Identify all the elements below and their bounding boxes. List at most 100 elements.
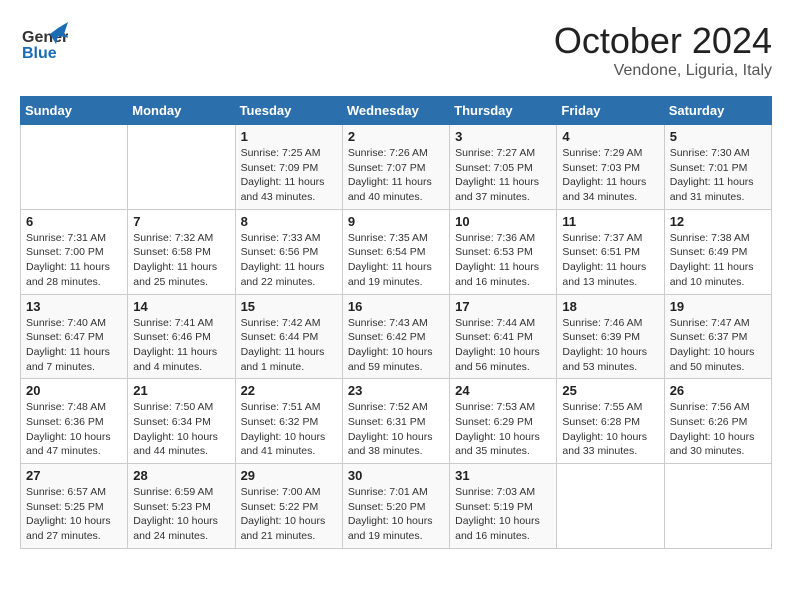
- day-number: 20: [26, 383, 122, 398]
- day-detail: Sunrise: 7:03 AM Sunset: 5:19 PM Dayligh…: [455, 485, 551, 544]
- day-number: 22: [241, 383, 337, 398]
- calendar-week-row: 1 Sunrise: 7:25 AM Sunset: 7:09 PM Daylig…: [21, 125, 772, 210]
- day-detail: Sunrise: 7:41 AM Sunset: 6:46 PM Dayligh…: [133, 316, 229, 375]
- calendar-cell: [664, 464, 771, 549]
- day-detail: Sunrise: 7:00 AM Sunset: 5:22 PM Dayligh…: [241, 485, 337, 544]
- calendar-cell: 7 Sunrise: 7:32 AM Sunset: 6:58 PM Daylig…: [128, 209, 235, 294]
- calendar-cell: 21 Sunrise: 7:50 AM Sunset: 6:34 PM Dayli…: [128, 379, 235, 464]
- weekday-header: Friday: [557, 97, 664, 125]
- weekday-header: Wednesday: [342, 97, 449, 125]
- calendar-cell: 1 Sunrise: 7:25 AM Sunset: 7:09 PM Daylig…: [235, 125, 342, 210]
- day-detail: Sunrise: 7:27 AM Sunset: 7:05 PM Dayligh…: [455, 146, 551, 205]
- weekday-header: Tuesday: [235, 97, 342, 125]
- calendar-cell: 17 Sunrise: 7:44 AM Sunset: 6:41 PM Dayli…: [450, 294, 557, 379]
- day-number: 21: [133, 383, 229, 398]
- day-number: 25: [562, 383, 658, 398]
- day-number: 8: [241, 214, 337, 229]
- logo: General Blue: [20, 20, 68, 73]
- weekday-header: Sunday: [21, 97, 128, 125]
- calendar-cell: [128, 125, 235, 210]
- day-number: 12: [670, 214, 766, 229]
- day-number: 27: [26, 468, 122, 483]
- day-number: 18: [562, 299, 658, 314]
- day-detail: Sunrise: 7:25 AM Sunset: 7:09 PM Dayligh…: [241, 146, 337, 205]
- calendar-cell: 16Sunrise: 7:43 AM Sunset: 6:42 PM Dayli…: [342, 294, 449, 379]
- location: Vendone, Liguria, Italy: [554, 62, 772, 80]
- calendar-cell: 25Sunrise: 7:55 AM Sunset: 6:28 PM Dayli…: [557, 379, 664, 464]
- day-detail: Sunrise: 7:50 AM Sunset: 6:34 PM Dayligh…: [133, 400, 229, 459]
- day-detail: Sunrise: 7:32 AM Sunset: 6:58 PM Dayligh…: [133, 231, 229, 290]
- day-number: 29: [241, 468, 337, 483]
- month-title: October 2024: [554, 20, 772, 62]
- calendar-cell: 13 Sunrise: 7:40 AM Sunset: 6:47 PM Dayli…: [21, 294, 128, 379]
- calendar-cell: 26 Sunrise: 7:56 AM Sunset: 6:26 PM Dayli…: [664, 379, 771, 464]
- calendar-table: SundayMondayTuesdayWednesdayThursdayFrid…: [20, 96, 772, 549]
- page-header: General Blue October 2024 Vendone, Ligur…: [20, 20, 772, 80]
- day-detail: Sunrise: 7:53 AM Sunset: 6:29 PM Dayligh…: [455, 400, 551, 459]
- calendar-cell: 6Sunrise: 7:31 AM Sunset: 7:00 PM Daylig…: [21, 209, 128, 294]
- day-number: 1: [241, 129, 337, 144]
- day-number: 3: [455, 129, 551, 144]
- day-number: 23: [348, 383, 444, 398]
- calendar-week-row: 27 Sunrise: 6:57 AM Sunset: 5:25 PM Dayli…: [21, 464, 772, 549]
- calendar-cell: 4 Sunrise: 7:29 AM Sunset: 7:03 PM Daylig…: [557, 125, 664, 210]
- day-detail: Sunrise: 7:29 AM Sunset: 7:03 PM Dayligh…: [562, 146, 658, 205]
- day-detail: Sunrise: 7:44 AM Sunset: 6:41 PM Dayligh…: [455, 316, 551, 375]
- calendar-cell: 11 Sunrise: 7:37 AM Sunset: 6:51 PM Dayli…: [557, 209, 664, 294]
- day-detail: Sunrise: 7:42 AM Sunset: 6:44 PM Dayligh…: [241, 316, 337, 375]
- day-detail: Sunrise: 7:56 AM Sunset: 6:26 PM Dayligh…: [670, 400, 766, 459]
- day-number: 17: [455, 299, 551, 314]
- day-detail: Sunrise: 7:26 AM Sunset: 7:07 PM Dayligh…: [348, 146, 444, 205]
- day-number: 11: [562, 214, 658, 229]
- calendar-cell: 3 Sunrise: 7:27 AM Sunset: 7:05 PM Daylig…: [450, 125, 557, 210]
- calendar-cell: 18 Sunrise: 7:46 AM Sunset: 6:39 PM Dayli…: [557, 294, 664, 379]
- calendar-cell: 8 Sunrise: 7:33 AM Sunset: 6:56 PM Daylig…: [235, 209, 342, 294]
- calendar-cell: 24 Sunrise: 7:53 AM Sunset: 6:29 PM Dayli…: [450, 379, 557, 464]
- day-detail: Sunrise: 7:33 AM Sunset: 6:56 PM Dayligh…: [241, 231, 337, 290]
- calendar-cell: 5Sunrise: 7:30 AM Sunset: 7:01 PM Daylig…: [664, 125, 771, 210]
- day-number: 7: [133, 214, 229, 229]
- day-number: 24: [455, 383, 551, 398]
- calendar-cell: 15Sunrise: 7:42 AM Sunset: 6:44 PM Dayli…: [235, 294, 342, 379]
- day-detail: Sunrise: 7:31 AM Sunset: 7:00 PM Dayligh…: [26, 231, 122, 290]
- day-detail: Sunrise: 6:59 AM Sunset: 5:23 PM Dayligh…: [133, 485, 229, 544]
- calendar-cell: 14 Sunrise: 7:41 AM Sunset: 6:46 PM Dayli…: [128, 294, 235, 379]
- day-detail: Sunrise: 7:30 AM Sunset: 7:01 PM Dayligh…: [670, 146, 766, 205]
- day-number: 16: [348, 299, 444, 314]
- day-number: 13: [26, 299, 122, 314]
- calendar-cell: [557, 464, 664, 549]
- calendar-cell: 29 Sunrise: 7:00 AM Sunset: 5:22 PM Dayli…: [235, 464, 342, 549]
- calendar-week-row: 6Sunrise: 7:31 AM Sunset: 7:00 PM Daylig…: [21, 209, 772, 294]
- day-number: 30: [348, 468, 444, 483]
- svg-text:Blue: Blue: [22, 45, 57, 62]
- calendar-cell: 2 Sunrise: 7:26 AM Sunset: 7:07 PM Daylig…: [342, 125, 449, 210]
- calendar-cell: 30 Sunrise: 7:01 AM Sunset: 5:20 PM Dayli…: [342, 464, 449, 549]
- day-number: 2: [348, 129, 444, 144]
- day-detail: Sunrise: 6:57 AM Sunset: 5:25 PM Dayligh…: [26, 485, 122, 544]
- weekday-header: Monday: [128, 97, 235, 125]
- day-detail: Sunrise: 7:38 AM Sunset: 6:49 PM Dayligh…: [670, 231, 766, 290]
- calendar-cell: 10 Sunrise: 7:36 AM Sunset: 6:53 PM Dayli…: [450, 209, 557, 294]
- title-block: October 2024 Vendone, Liguria, Italy: [554, 20, 772, 80]
- day-number: 26: [670, 383, 766, 398]
- calendar-cell: 12 Sunrise: 7:38 AM Sunset: 6:49 PM Dayli…: [664, 209, 771, 294]
- calendar-week-row: 20 Sunrise: 7:48 AM Sunset: 6:36 PM Dayli…: [21, 379, 772, 464]
- calendar-cell: 23Sunrise: 7:52 AM Sunset: 6:31 PM Dayli…: [342, 379, 449, 464]
- calendar-cell: 19 Sunrise: 7:47 AM Sunset: 6:37 PM Dayli…: [664, 294, 771, 379]
- day-detail: Sunrise: 7:48 AM Sunset: 6:36 PM Dayligh…: [26, 400, 122, 459]
- calendar-cell: 28 Sunrise: 6:59 AM Sunset: 5:23 PM Dayli…: [128, 464, 235, 549]
- day-detail: Sunrise: 7:37 AM Sunset: 6:51 PM Dayligh…: [562, 231, 658, 290]
- day-detail: Sunrise: 7:35 AM Sunset: 6:54 PM Dayligh…: [348, 231, 444, 290]
- day-detail: Sunrise: 7:46 AM Sunset: 6:39 PM Dayligh…: [562, 316, 658, 375]
- day-number: 4: [562, 129, 658, 144]
- calendar-cell: 22Sunrise: 7:51 AM Sunset: 6:32 PM Dayli…: [235, 379, 342, 464]
- day-detail: Sunrise: 7:01 AM Sunset: 5:20 PM Dayligh…: [348, 485, 444, 544]
- day-number: 10: [455, 214, 551, 229]
- day-detail: Sunrise: 7:40 AM Sunset: 6:47 PM Dayligh…: [26, 316, 122, 375]
- day-number: 28: [133, 468, 229, 483]
- day-number: 19: [670, 299, 766, 314]
- day-detail: Sunrise: 7:47 AM Sunset: 6:37 PM Dayligh…: [670, 316, 766, 375]
- calendar-header: SundayMondayTuesdayWednesdayThursdayFrid…: [21, 97, 772, 125]
- day-detail: Sunrise: 7:36 AM Sunset: 6:53 PM Dayligh…: [455, 231, 551, 290]
- day-number: 14: [133, 299, 229, 314]
